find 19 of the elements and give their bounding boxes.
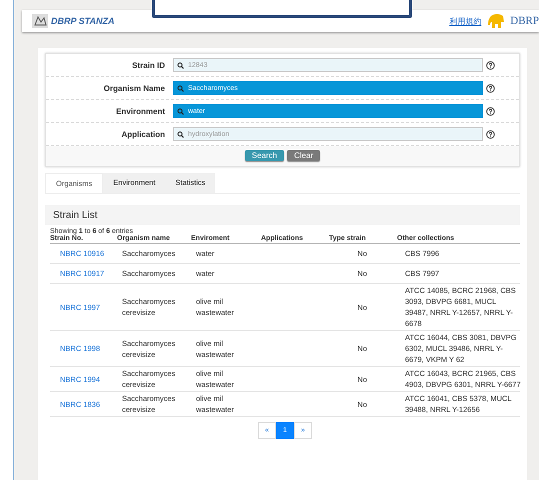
search-icon bbox=[177, 131, 184, 138]
logo-icon bbox=[32, 14, 48, 28]
field-label: Strain ID bbox=[131, 60, 166, 70]
search-icon bbox=[177, 85, 184, 92]
help-icon[interactable] bbox=[486, 106, 495, 116]
search-icon bbox=[177, 62, 184, 69]
logo-text: DBRP STANZA bbox=[51, 16, 114, 26]
help-icon[interactable] bbox=[486, 130, 495, 138]
field-label: Environment bbox=[115, 106, 166, 116]
clear-button[interactable]: Clear bbox=[287, 150, 320, 161]
help-icon[interactable] bbox=[486, 84, 495, 92]
list-title: Strain List bbox=[53, 210, 98, 220]
terms-link[interactable]: 利用規約 bbox=[449, 16, 482, 26]
field-label: Application bbox=[120, 130, 166, 138]
brand-text: DBRP bbox=[510, 15, 539, 27]
search-button[interactable]: Search bbox=[244, 150, 284, 161]
field-label: Organism Name bbox=[102, 84, 166, 92]
search-icon bbox=[177, 108, 184, 115]
help-icon[interactable] bbox=[486, 60, 495, 70]
